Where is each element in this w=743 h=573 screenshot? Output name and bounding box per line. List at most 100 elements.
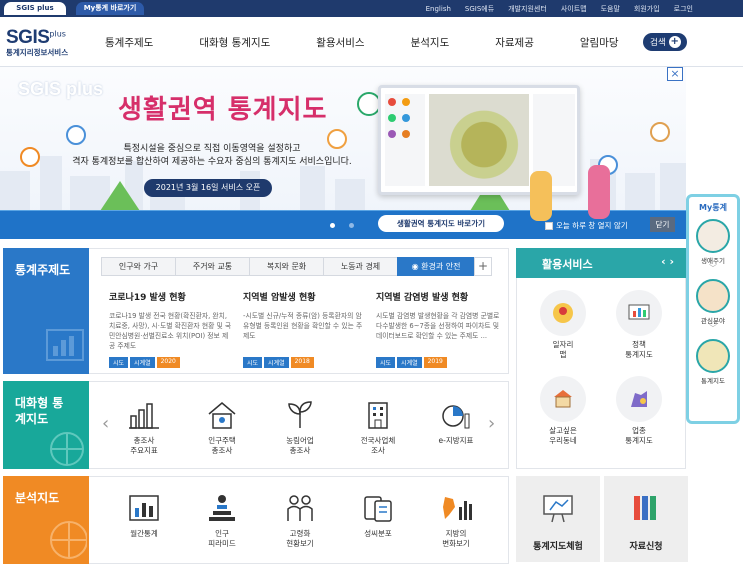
business-icon <box>616 376 662 422</box>
interactive-section-label[interactable]: 대화형 통계지도 <box>3 381 89 469</box>
logo-text: SGIS <box>6 27 50 48</box>
news-item[interactable]: 코로나19 발생 현황 코로나19 발생 전국 현황(확진환자, 완치, 치료중… <box>109 290 233 368</box>
monthly-stats-link[interactable]: 월간통계 <box>112 493 176 539</box>
dev-center-link[interactable]: 개발지원센터 <box>508 4 547 14</box>
tab-labor[interactable]: 노동과 경제 <box>323 257 398 276</box>
plus-icon: + <box>668 36 681 48</box>
town-link[interactable]: 살고싶은 우리동네 <box>528 376 598 446</box>
surname-distribution-link[interactable]: 성씨분포 <box>346 493 410 539</box>
menu-utilization[interactable]: 활용서비스 <box>316 35 364 50</box>
main-navigation: SGISplus 통계지리정보서비스 통계주제도 대화형 통계지도 활용서비스 … <box>0 17 743 67</box>
login-link[interactable]: 로그인 <box>674 4 693 14</box>
item-line2: 통계지도 <box>625 350 653 359</box>
person-illustration <box>530 171 552 221</box>
logo-subtitle: 통계지리정보서비스 <box>6 48 69 57</box>
housing-census-link[interactable]: 인구주택 총조사 <box>190 400 254 456</box>
population-pyramid-link[interactable]: 인구 피라미드 <box>190 493 254 549</box>
living-area-map-link-button[interactable]: 생활권역 통계지도 바로가기 <box>378 215 504 232</box>
thematic-section-label[interactable]: 통계주제도 <box>3 248 89 374</box>
dont-show-today-option[interactable]: 오늘 하루 창 열지 않기 <box>545 220 628 231</box>
data-request-card[interactable]: 자료신청 <box>604 476 688 562</box>
gnb-menu: 통계주제도 대화형 통계지도 활용서비스 분석지도 자료제공 알림마당 <box>105 35 665 50</box>
news-title[interactable]: 코로나19 발생 현황 <box>109 290 233 303</box>
item-line1: 월간통계 <box>130 529 158 538</box>
e-local-indicators-link[interactable]: e-지방지표 <box>424 400 488 446</box>
census-indicators-link[interactable]: 총조사 주요지표 <box>112 400 176 456</box>
aging-status-link[interactable]: 고령화 현황보기 <box>268 493 332 549</box>
sgis-edu-link[interactable]: SGIS에듀 <box>465 4 494 14</box>
chevron-down-icon: ﹀ <box>709 264 717 273</box>
chevron-left-icon[interactable]: ‹ <box>102 413 109 434</box>
close-icon[interactable]: × <box>667 67 683 81</box>
item-line1: e-지방지표 <box>438 436 474 445</box>
item-line2: 총조사 <box>289 446 311 455</box>
analysis-label-text: 분석지도 <box>15 491 60 505</box>
tab-welfare[interactable]: 복지와 문화 <box>249 257 324 276</box>
tag-timeseries: 시계열 <box>130 357 155 368</box>
search-button[interactable]: 검색 + <box>643 33 687 51</box>
pie-chart-icon <box>442 405 470 429</box>
business-map-link[interactable]: 업종 통계지도 <box>604 376 674 446</box>
card-label: 자료신청 <box>629 542 663 552</box>
english-link[interactable]: English <box>426 5 451 13</box>
more-tabs-plus-icon[interactable]: + <box>474 257 492 276</box>
analysis-section-label[interactable]: 분석지도 <box>3 476 89 564</box>
town-icon <box>540 376 586 422</box>
regional-change-link[interactable]: 지방의 변화보기 <box>424 493 488 549</box>
banner-close-button[interactable]: 닫기 <box>650 217 675 232</box>
map-pin-icon <box>20 147 40 167</box>
globe-icon <box>50 521 87 559</box>
menu-data[interactable]: 자료제공 <box>495 35 534 50</box>
item-line2: 우리동네 <box>549 436 577 445</box>
signup-link[interactable]: 회원가입 <box>634 4 660 14</box>
life-cycle-avatar[interactable] <box>696 219 730 253</box>
news-title[interactable]: 지역별 암발생 현황 <box>243 290 367 303</box>
item-line1: 인구 <box>215 529 229 538</box>
item-line2: 현황보기 <box>286 539 314 548</box>
banner-title: 생활권역 통계지도 <box>118 95 328 125</box>
experience-icon <box>543 495 573 523</box>
chevron-right-icon[interactable]: › <box>669 255 674 268</box>
tab-environment[interactable]: ◉ 환경과 안전 <box>397 257 475 276</box>
carousel-dot[interactable] <box>349 223 354 228</box>
interest-avatar[interactable] <box>696 279 730 313</box>
tag-region: 시도 <box>243 357 263 368</box>
screenshot-left-panel <box>385 94 425 186</box>
menu-interactive-map[interactable]: 대화형 통계지도 <box>199 35 270 50</box>
tab-housing[interactable]: 주거와 교통 <box>175 257 250 276</box>
news-title[interactable]: 지역별 감염병 발생 현황 <box>376 290 500 303</box>
banner-desc-line1: 특정시설을 중심으로 직접 이동영역을 설정하고 <box>123 144 301 154</box>
checkbox-icon[interactable] <box>545 221 553 230</box>
main-banner: SGIS plus 생활권역 통계지도 특정시설을 중심으로 직접 이동영역을 … <box>0 67 686 239</box>
site-logo[interactable]: SGISplus 통계지리정보서비스 <box>6 27 68 58</box>
chevron-down-icon: ﹀ <box>709 324 717 333</box>
news-item[interactable]: 지역별 암발생 현황 -시도별 신규/누적 종류(암) 등록환자의 암유형별 등… <box>243 290 367 368</box>
chevron-right-icon[interactable]: › <box>488 413 495 434</box>
job-map-link[interactable]: 일자리 맵 <box>528 290 598 360</box>
news-item[interactable]: 지역별 감염병 발생 현황 시도별 감염병 발생현황을 각 감염병 군별로 다수… <box>376 290 500 368</box>
tab-population[interactable]: 인구와 가구 <box>101 257 176 276</box>
menu-analysis[interactable]: 분석지도 <box>411 35 450 50</box>
card-label: 통계지도체험 <box>533 542 583 552</box>
menu-thematic[interactable]: 통계주제도 <box>105 35 153 50</box>
policy-map-link[interactable]: 정책 통계지도 <box>604 290 674 360</box>
stats-map-avatar[interactable] <box>696 339 730 373</box>
business-survey-link[interactable]: 전국사업체 조사 <box>346 400 410 456</box>
interactive-label-text: 대화형 통계지도 <box>15 396 64 426</box>
sgis-tab[interactable]: SGIS plus <box>4 2 66 15</box>
chevron-left-icon[interactable]: ‹ <box>661 255 666 268</box>
item-line1: 일자리 <box>552 340 574 349</box>
thematic-tabs: 인구와 가구 주거와 교통 복지와 문화 노동과 경제 ◉ 환경과 안전 + <box>101 257 492 276</box>
item-line2: 조사 <box>371 446 385 455</box>
stats-map-label[interactable]: 통계지도 <box>689 375 737 385</box>
my-stats-tab[interactable]: My통계 바로가기 <box>76 2 144 15</box>
agriculture-census-link[interactable]: 농림어업 총조사 <box>268 400 332 456</box>
sitemap-link[interactable]: 사이트맵 <box>561 4 587 14</box>
map-experience-card[interactable]: 통계지도체험 <box>516 476 600 562</box>
environment-icon: ◉ <box>411 262 422 271</box>
menu-notice[interactable]: 알림마당 <box>580 35 619 50</box>
pyramid-icon <box>209 495 235 521</box>
carousel-dot[interactable] <box>330 223 335 228</box>
item-line1: 정책 <box>632 340 646 349</box>
help-link[interactable]: 도움말 <box>601 4 620 14</box>
